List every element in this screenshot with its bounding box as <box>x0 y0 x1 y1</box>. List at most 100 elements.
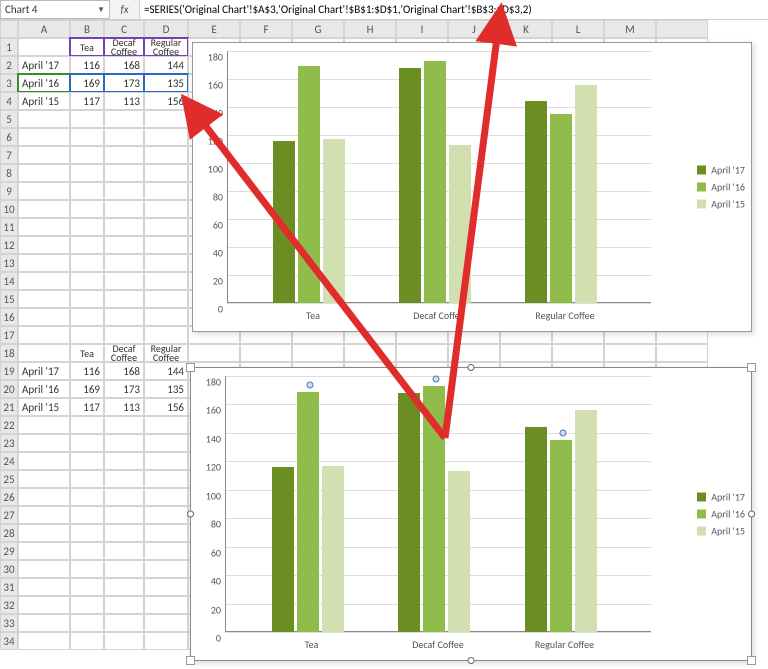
cell[interactable] <box>604 344 656 362</box>
cell[interactable] <box>104 182 144 200</box>
cell[interactable]: Tea <box>70 344 104 362</box>
cell[interactable] <box>70 596 104 614</box>
cell[interactable] <box>70 542 104 560</box>
cell[interactable] <box>144 578 188 596</box>
bar[interactable] <box>525 427 547 632</box>
cell[interactable]: 169 <box>70 74 104 92</box>
cell[interactable]: 168 <box>104 362 144 380</box>
cell[interactable] <box>18 488 70 506</box>
cell[interactable] <box>18 344 70 362</box>
cell[interactable]: 168 <box>104 56 144 74</box>
cell[interactable] <box>18 182 70 200</box>
cell[interactable] <box>18 308 70 326</box>
cell[interactable] <box>144 524 188 542</box>
column-header[interactable]: M <box>604 20 656 38</box>
bar[interactable] <box>575 410 597 632</box>
cell[interactable] <box>70 506 104 524</box>
cell[interactable]: 144 <box>144 362 188 380</box>
row-header[interactable]: 26 <box>0 488 18 506</box>
cell[interactable] <box>448 344 500 362</box>
cell[interactable]: 173 <box>104 380 144 398</box>
cell[interactable] <box>396 344 448 362</box>
cell[interactable] <box>104 560 144 578</box>
chevron-down-icon[interactable]: ▼ <box>97 5 105 15</box>
cell[interactable] <box>18 236 70 254</box>
cell[interactable] <box>70 182 104 200</box>
cell[interactable] <box>144 290 188 308</box>
row-header[interactable]: 21 <box>0 398 18 416</box>
legend-item[interactable]: April '16 <box>697 508 745 521</box>
row-header[interactable]: 16 <box>0 308 18 326</box>
bar[interactable] <box>448 471 470 632</box>
row-header[interactable]: 2 <box>0 56 18 74</box>
cell[interactable]: April '15 <box>18 92 70 110</box>
cell[interactable]: April '15 <box>18 398 70 416</box>
name-box[interactable]: Chart 4 ▼ <box>0 0 110 19</box>
cell[interactable] <box>104 542 144 560</box>
row-header[interactable]: 20 <box>0 380 18 398</box>
cell[interactable] <box>18 218 70 236</box>
bar[interactable] <box>423 386 445 632</box>
cell[interactable] <box>144 164 188 182</box>
row-header[interactable]: 10 <box>0 200 18 218</box>
resize-handle[interactable] <box>747 656 756 665</box>
row-header[interactable]: 9 <box>0 182 18 200</box>
cell[interactable] <box>144 560 188 578</box>
row-header[interactable]: 7 <box>0 146 18 164</box>
cell[interactable] <box>18 110 70 128</box>
cell[interactable] <box>144 326 188 344</box>
cell[interactable]: April '16 <box>18 380 70 398</box>
cell[interactable]: 169 <box>70 380 104 398</box>
legend-item[interactable]: April '15 <box>697 525 745 538</box>
cell[interactable] <box>18 128 70 146</box>
row-header[interactable]: 13 <box>0 254 18 272</box>
cell[interactable] <box>18 452 70 470</box>
cell[interactable] <box>104 308 144 326</box>
column-header[interactable] <box>0 20 18 38</box>
bar[interactable] <box>322 466 344 632</box>
row-header[interactable]: 33 <box>0 614 18 632</box>
column-header[interactable]: B <box>70 20 104 38</box>
cell[interactable] <box>70 470 104 488</box>
cell[interactable]: 113 <box>104 398 144 416</box>
cell[interactable]: 135 <box>144 74 188 92</box>
cell[interactable] <box>70 614 104 632</box>
cell[interactable] <box>500 344 552 362</box>
cell[interactable] <box>18 542 70 560</box>
cell[interactable]: 156 <box>144 398 188 416</box>
legend-item[interactable]: April '16 <box>697 181 745 194</box>
cell[interactable]: April '17 <box>18 56 70 74</box>
cell[interactable] <box>104 614 144 632</box>
cell[interactable]: April '17 <box>18 362 70 380</box>
cell[interactable] <box>18 254 70 272</box>
cell[interactable] <box>104 452 144 470</box>
cell[interactable]: 173 <box>104 74 144 92</box>
bar[interactable] <box>323 139 345 303</box>
cell[interactable] <box>18 560 70 578</box>
column-header[interactable]: I <box>396 20 448 38</box>
bar[interactable] <box>550 114 572 303</box>
cell[interactable] <box>70 128 104 146</box>
cell[interactable] <box>104 128 144 146</box>
cell[interactable] <box>144 254 188 272</box>
row-header[interactable]: 3 <box>0 74 18 92</box>
cell[interactable] <box>144 542 188 560</box>
cell[interactable]: 117 <box>70 92 104 110</box>
cell[interactable] <box>18 290 70 308</box>
chart-top[interactable]: 020406080100120140160180TeaDecaf CoffeeR… <box>192 42 752 332</box>
cell[interactable] <box>18 416 70 434</box>
cell[interactable] <box>144 452 188 470</box>
resize-handle[interactable] <box>186 363 195 372</box>
cell[interactable] <box>70 146 104 164</box>
cell[interactable] <box>240 344 292 362</box>
cell[interactable] <box>144 110 188 128</box>
cell[interactable] <box>144 416 188 434</box>
cell[interactable] <box>104 596 144 614</box>
bar[interactable] <box>550 440 572 632</box>
cell[interactable] <box>70 110 104 128</box>
row-header[interactable]: 30 <box>0 560 18 578</box>
cell[interactable] <box>144 308 188 326</box>
resize-handle[interactable] <box>748 511 755 518</box>
row-header[interactable]: 12 <box>0 236 18 254</box>
legend-item[interactable]: April '17 <box>697 164 745 177</box>
